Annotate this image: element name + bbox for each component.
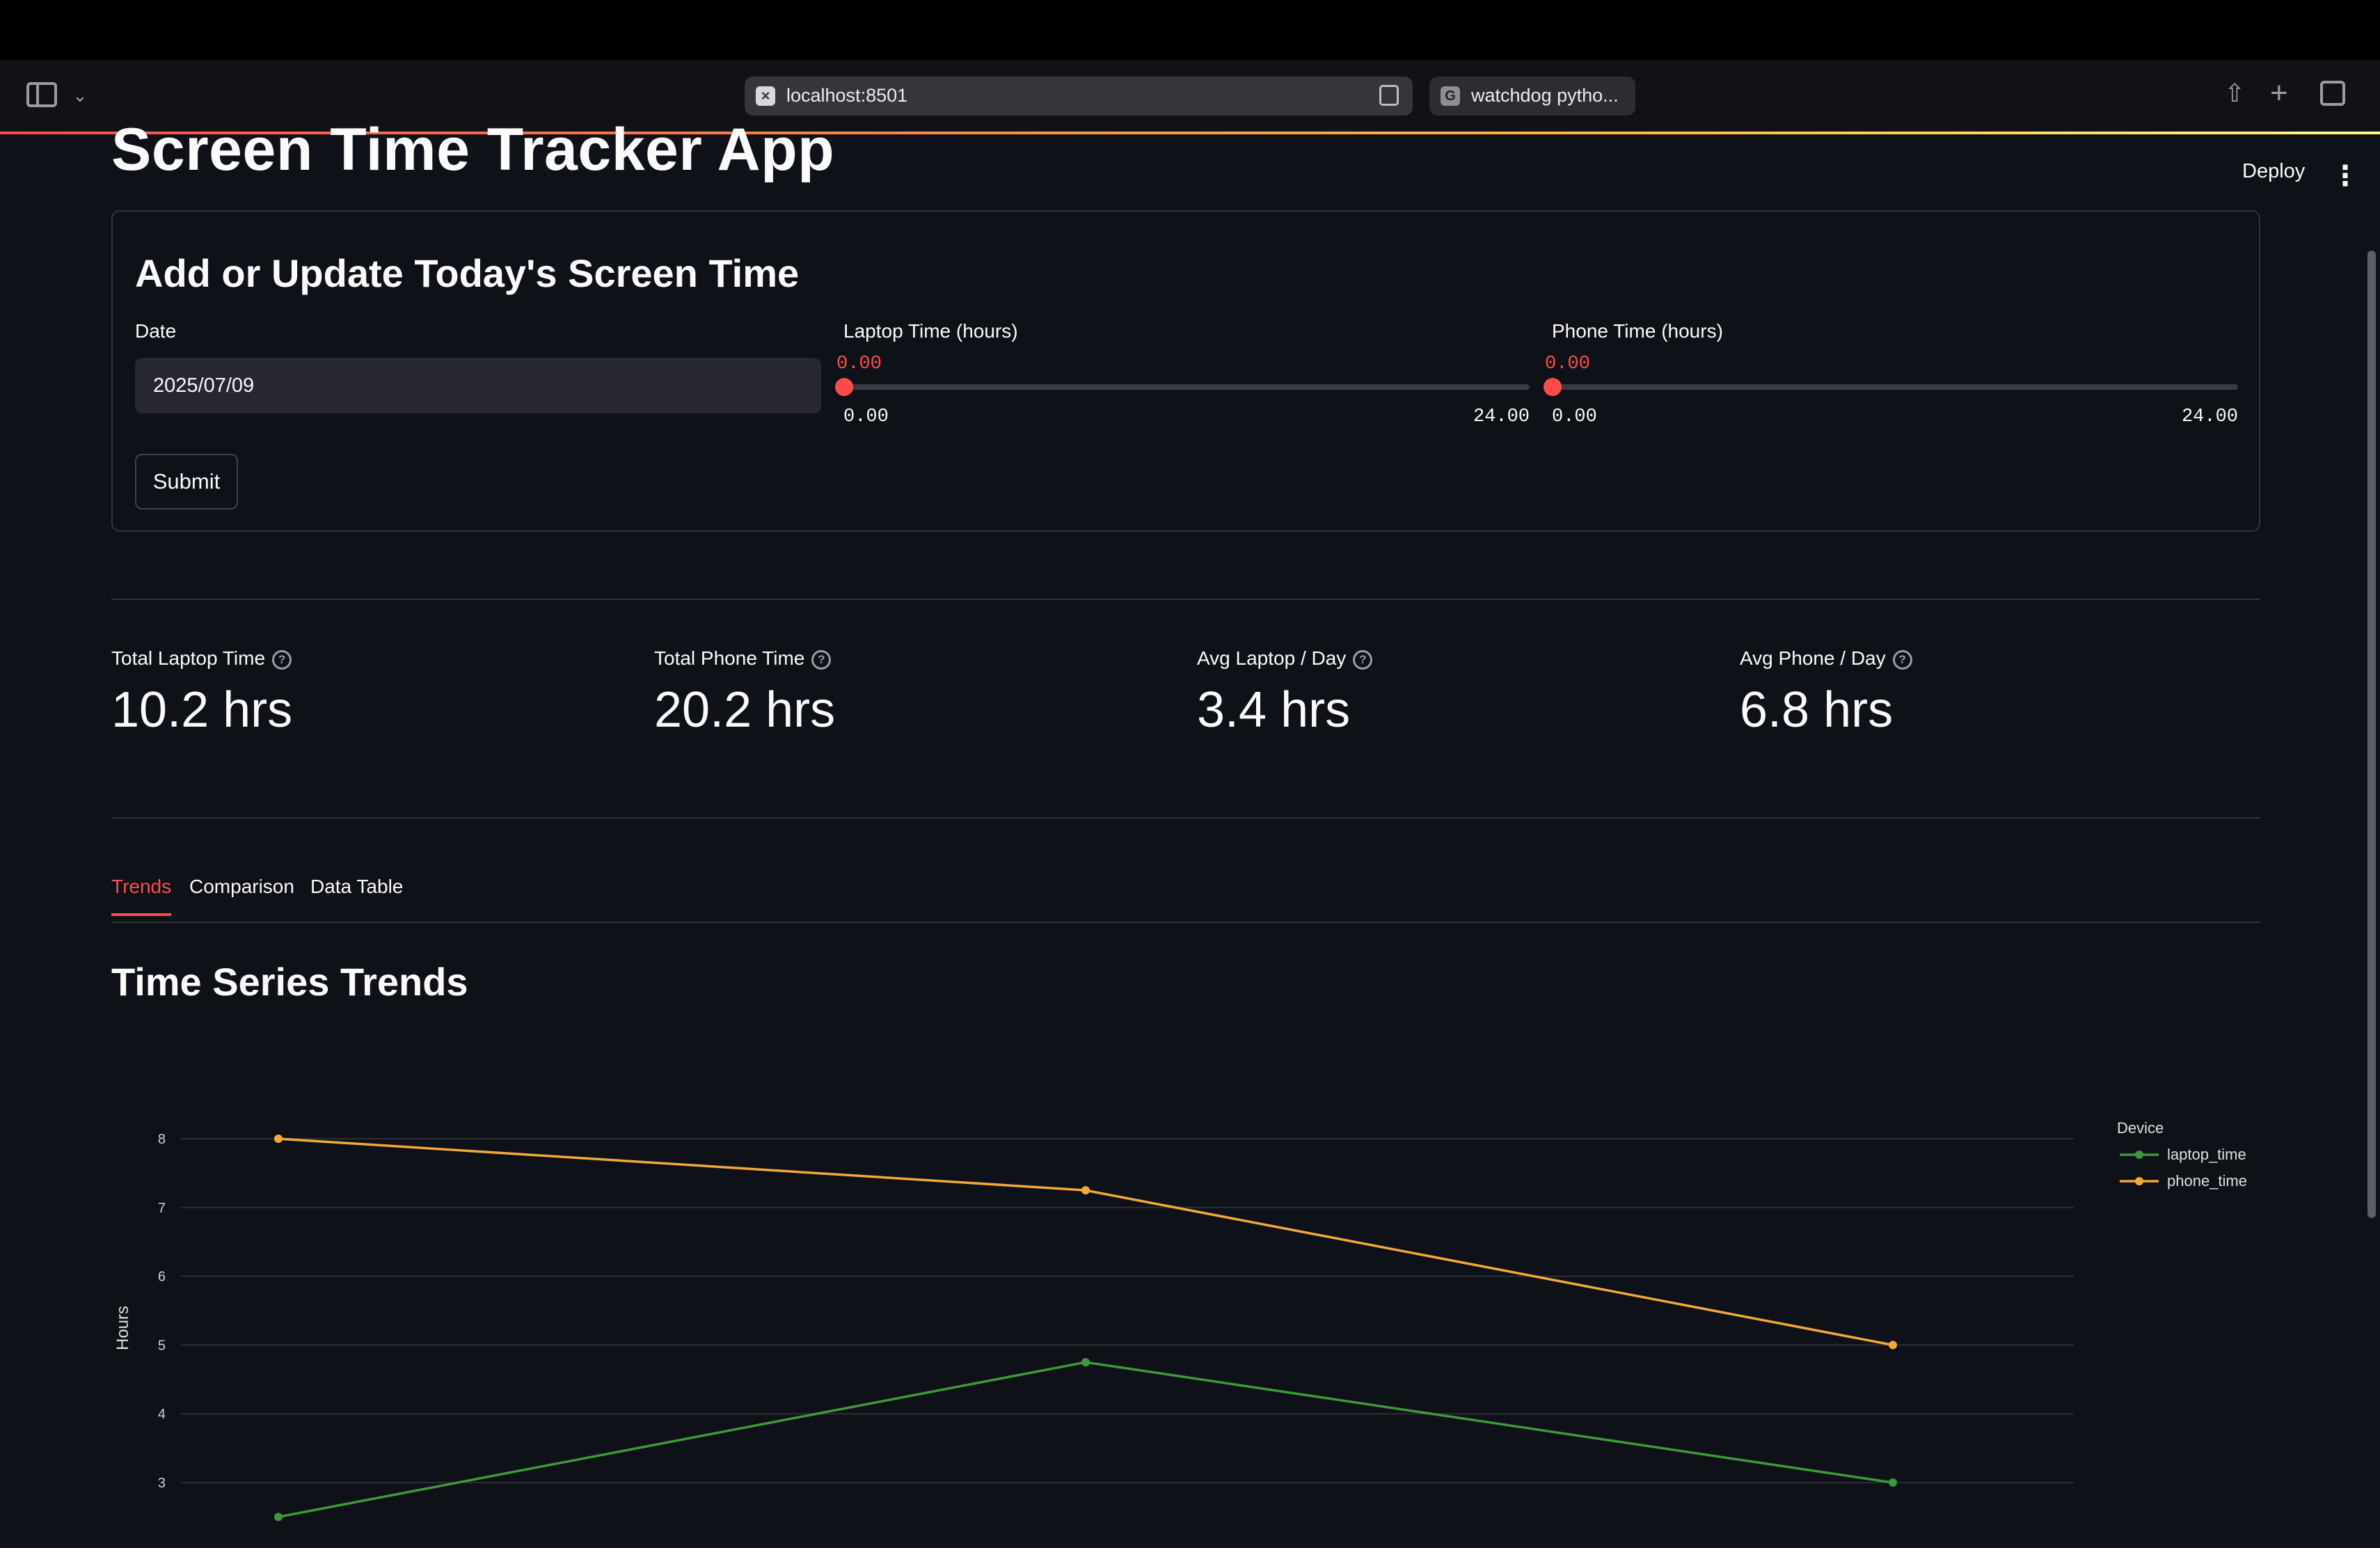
help-icon[interactable]: ? bbox=[272, 649, 292, 670]
y-axis-label: Hours bbox=[113, 1306, 132, 1350]
system-top-bar bbox=[0, 0, 2380, 60]
page-title: Screen Time Tracker App bbox=[111, 116, 835, 183]
series-line-phone_time bbox=[278, 1137, 1894, 1347]
data-point-phone_time bbox=[274, 1135, 283, 1143]
legend-swatch-point bbox=[2135, 1177, 2143, 1185]
legend-entry: laptop_time bbox=[2167, 1146, 2246, 1163]
phone-slider-track[interactable] bbox=[1552, 384, 2238, 390]
tab-overview-icon[interactable] bbox=[2320, 81, 2345, 106]
phone-slider-label: Phone Time (hours) bbox=[1552, 320, 1723, 342]
address-bar[interactable]: × localhost:8501 bbox=[745, 77, 1413, 116]
address-bar-url[interactable]: localhost:8501 bbox=[786, 85, 907, 106]
sidebar-toggle-icon[interactable] bbox=[26, 82, 57, 107]
section-divider bbox=[111, 599, 2260, 600]
phone-slider-thumb[interactable] bbox=[1544, 378, 1562, 396]
metric-avg-laptop: Avg Laptop / Day? 3.4 hrs bbox=[1197, 647, 1684, 739]
data-point-phone_time bbox=[1081, 1186, 1090, 1195]
legend-title: Device bbox=[2117, 1119, 2164, 1137]
metric-label: Avg Laptop / Day bbox=[1197, 647, 1347, 669]
metric-value: 10.2 hrs bbox=[111, 681, 293, 738]
reader-mode-icon[interactable] bbox=[1379, 85, 1399, 106]
y-tick-label: 3 bbox=[158, 1476, 166, 1491]
laptop-slider-max: 24.00 bbox=[1473, 406, 1530, 427]
metric-value: 3.4 hrs bbox=[1197, 681, 1351, 738]
metric-label: Total Laptop Time bbox=[111, 647, 266, 669]
series-line-laptop_time bbox=[278, 1361, 1894, 1519]
tab-trends[interactable]: Trends bbox=[111, 876, 172, 916]
browser-tab-title[interactable]: watchdog pytho... bbox=[1471, 85, 1619, 106]
screen-time-form: Add or Update Today's Screen Time Date L… bbox=[111, 210, 2260, 532]
main-menu-icon[interactable]: ⋮ bbox=[2331, 160, 2359, 192]
tab-data-table[interactable]: Data Table bbox=[310, 876, 403, 913]
laptop-slider-value: 0.00 bbox=[836, 354, 882, 374]
tab-comparison[interactable]: Comparison bbox=[189, 876, 294, 913]
y-tick-label: 6 bbox=[158, 1270, 166, 1285]
legend-entry: phone_time bbox=[2167, 1172, 2247, 1190]
legend-swatch-point bbox=[2135, 1151, 2143, 1159]
submit-button[interactable]: Submit bbox=[135, 454, 238, 510]
chevron-down-icon[interactable]: ⌄ bbox=[72, 86, 88, 104]
metric-value: 20.2 hrs bbox=[654, 681, 836, 738]
laptop-time-slider[interactable]: Laptop Time (hours) 0.00 0.00 24.00 bbox=[835, 316, 1530, 427]
phone-slider-value: 0.00 bbox=[1545, 354, 1590, 374]
new-tab-plus-icon[interactable]: + bbox=[2270, 78, 2288, 109]
help-icon[interactable]: ? bbox=[1892, 649, 1912, 670]
phone-slider-min: 0.00 bbox=[1552, 406, 1597, 427]
data-point-laptop_time bbox=[1081, 1358, 1090, 1367]
google-favicon-icon: G bbox=[1441, 86, 1460, 106]
metric-total-phone: Total Phone Time? 20.2 hrs bbox=[654, 647, 1141, 739]
data-point-laptop_time bbox=[274, 1513, 283, 1522]
section-title: Time Series Trends bbox=[111, 960, 468, 1004]
date-label: Date bbox=[135, 320, 177, 342]
y-tick-label: 4 bbox=[158, 1407, 166, 1422]
tab-bar: Trends Comparison Data Table bbox=[111, 876, 2260, 923]
deploy-button[interactable]: Deploy bbox=[2231, 157, 2316, 186]
laptop-slider-min: 0.00 bbox=[843, 406, 889, 427]
help-icon[interactable]: ? bbox=[1353, 649, 1373, 670]
metric-avg-phone: Avg Phone / Day? 6.8 hrs bbox=[1740, 647, 2227, 739]
laptop-slider-thumb[interactable] bbox=[835, 378, 853, 396]
site-favicon-icon: × bbox=[756, 86, 775, 106]
browser-tab-watchdog[interactable]: G watchdog pytho... bbox=[1429, 77, 1635, 116]
page-scrollbar[interactable] bbox=[2367, 251, 2376, 1218]
data-point-laptop_time bbox=[1889, 1478, 1897, 1487]
help-icon[interactable]: ? bbox=[811, 649, 832, 670]
metric-value: 6.8 hrs bbox=[1740, 681, 1894, 738]
date-input[interactable] bbox=[135, 358, 821, 413]
phone-slider-max: 24.00 bbox=[2181, 406, 2238, 427]
share-icon[interactable]: ⇧ bbox=[2224, 81, 2245, 106]
form-title: Add or Update Today's Screen Time bbox=[135, 251, 800, 295]
y-tick-label: 8 bbox=[158, 1132, 166, 1147]
data-point-phone_time bbox=[1889, 1341, 1897, 1350]
metric-label: Total Phone Time bbox=[654, 647, 805, 669]
y-tick-label: 5 bbox=[158, 1338, 166, 1353]
time-series-chart[interactable]: 3 4 5 6 7 8 Hours Devicelaptop_time phone_time bbox=[104, 1058, 2283, 1548]
phone-time-slider[interactable]: Phone Time (hours) 0.00 0.00 24.00 bbox=[1544, 316, 2238, 427]
laptop-slider-track[interactable] bbox=[843, 384, 1530, 390]
laptop-slider-label: Laptop Time (hours) bbox=[843, 320, 1018, 342]
metric-label: Avg Phone / Day bbox=[1740, 647, 1886, 669]
y-tick-label: 7 bbox=[158, 1201, 166, 1216]
metric-total-laptop: Total Laptop Time? 10.2 hrs bbox=[111, 647, 598, 739]
section-divider bbox=[111, 817, 2260, 819]
